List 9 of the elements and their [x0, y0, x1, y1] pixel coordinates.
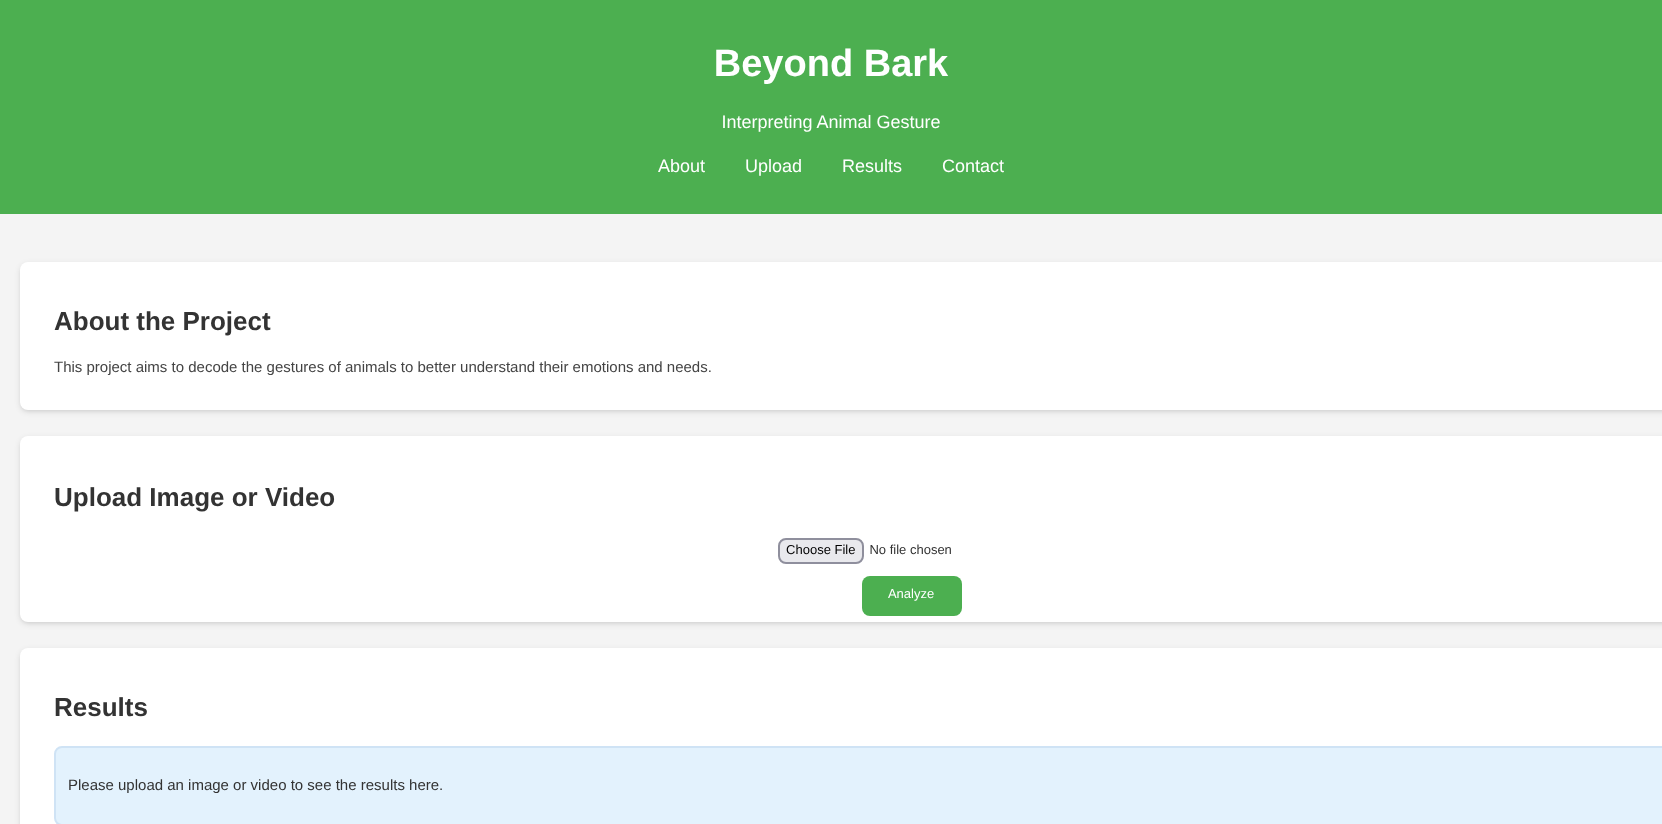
- section-heading: About the Project: [54, 304, 273, 340]
- nav-link[interactable]: Contact: [942, 153, 1005, 180]
- nav-link[interactable]: Upload: [744, 153, 802, 180]
- site-subtitle: Interpreting Animal Gesture: [721, 110, 941, 136]
- nav-link[interactable]: About: [657, 153, 705, 180]
- site-title: Beyond Bark: [713, 42, 949, 90]
- section-heading: Results: [54, 690, 150, 726]
- nav-link[interactable]: Results: [842, 153, 903, 180]
- section-heading: Upload Image or Video: [54, 480, 338, 516]
